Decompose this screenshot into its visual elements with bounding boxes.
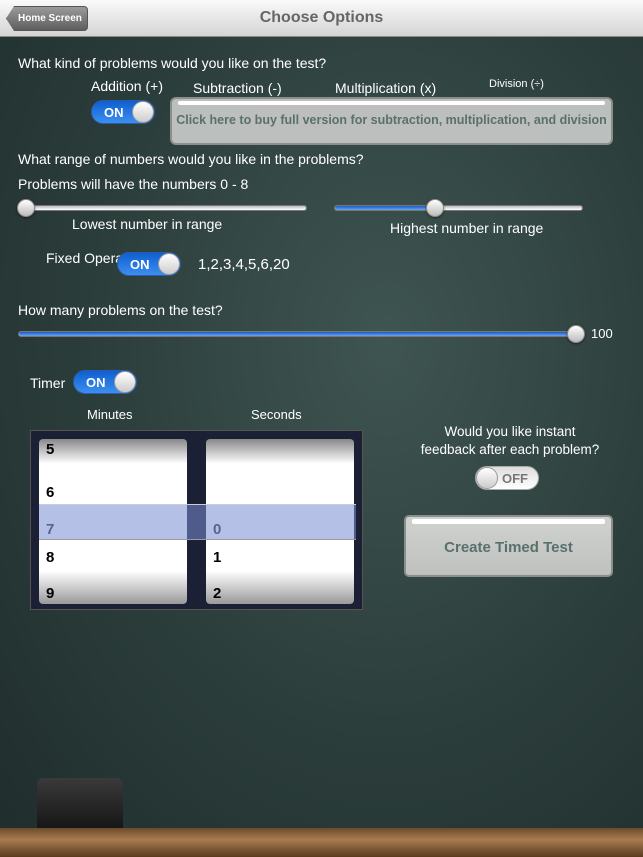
- feedback-question-line: Would you like instant: [444, 424, 576, 439]
- problem-count-slider[interactable]: [18, 331, 580, 337]
- seconds-label: Seconds: [251, 407, 302, 422]
- switch-knob: [114, 371, 136, 393]
- picker-option[interactable]: 5: [46, 441, 54, 458]
- high-range-thumb[interactable]: [426, 199, 444, 217]
- picker-option[interactable]: 6: [46, 484, 54, 501]
- low-range-label: Lowest number in range: [72, 216, 223, 232]
- count-question: How many problems on the test?: [18, 302, 223, 318]
- picker-option[interactable]: 8: [46, 549, 54, 566]
- division-label: Division (÷): [489, 78, 544, 90]
- switch-state: OFF: [502, 471, 528, 486]
- buy-full-version-button[interactable]: Click here to buy full version for subtr…: [170, 97, 613, 145]
- time-picker[interactable]: 5 6 7 8 9 0 1 2: [30, 430, 363, 610]
- picker-selection-bar: [39, 504, 356, 540]
- switch-knob: [158, 253, 180, 275]
- feedback-question-line: feedback after each problem?: [420, 442, 600, 457]
- subtraction-label: Subtraction (-): [193, 80, 282, 96]
- switch-knob: [132, 101, 154, 123]
- fixed-operands-values[interactable]: 1,2,3,4,5,6,20: [198, 256, 290, 273]
- chalk-ledge: [0, 828, 643, 857]
- addition-label: Addition (+): [91, 78, 163, 94]
- picker-option[interactable]: 9: [46, 585, 54, 602]
- minutes-label: Minutes: [87, 407, 133, 422]
- fixed-operands-switch[interactable]: ON: [117, 252, 181, 276]
- switch-state: ON: [104, 105, 124, 120]
- low-range-slider[interactable]: [18, 205, 307, 211]
- chalkboard-eraser: [37, 778, 123, 830]
- page-title: Choose Options: [259, 9, 384, 26]
- addition-switch[interactable]: ON: [91, 100, 155, 124]
- problem-count-value: 100: [591, 326, 613, 341]
- create-timed-test-button[interactable]: Create Timed Test: [404, 515, 613, 577]
- picker-option[interactable]: 1: [213, 549, 221, 566]
- range-question: What range of numbers would you like in …: [18, 151, 364, 167]
- range-summary: Problems will have the numbers 0 - 8: [18, 176, 249, 192]
- high-range-label: Highest number in range: [390, 220, 544, 236]
- switch-knob: [476, 467, 498, 489]
- switch-state: ON: [130, 257, 150, 272]
- fixed-operands-label: Fixed Operands: [46, 250, 146, 266]
- low-range-thumb[interactable]: [17, 199, 35, 217]
- problem-count-thumb[interactable]: [567, 325, 585, 343]
- high-range-slider[interactable]: [334, 205, 583, 211]
- feedback-question: Would you like instant feedback after ea…: [405, 423, 615, 459]
- picker-option[interactable]: 2: [213, 585, 221, 602]
- problems-question: What kind of problems would you like on …: [18, 55, 327, 71]
- timer-label: Timer: [30, 375, 66, 391]
- feedback-switch[interactable]: OFF: [475, 466, 539, 490]
- switch-state: ON: [86, 375, 106, 390]
- multiplication-label: Multiplication (x): [335, 80, 437, 96]
- timer-switch[interactable]: ON: [73, 370, 137, 394]
